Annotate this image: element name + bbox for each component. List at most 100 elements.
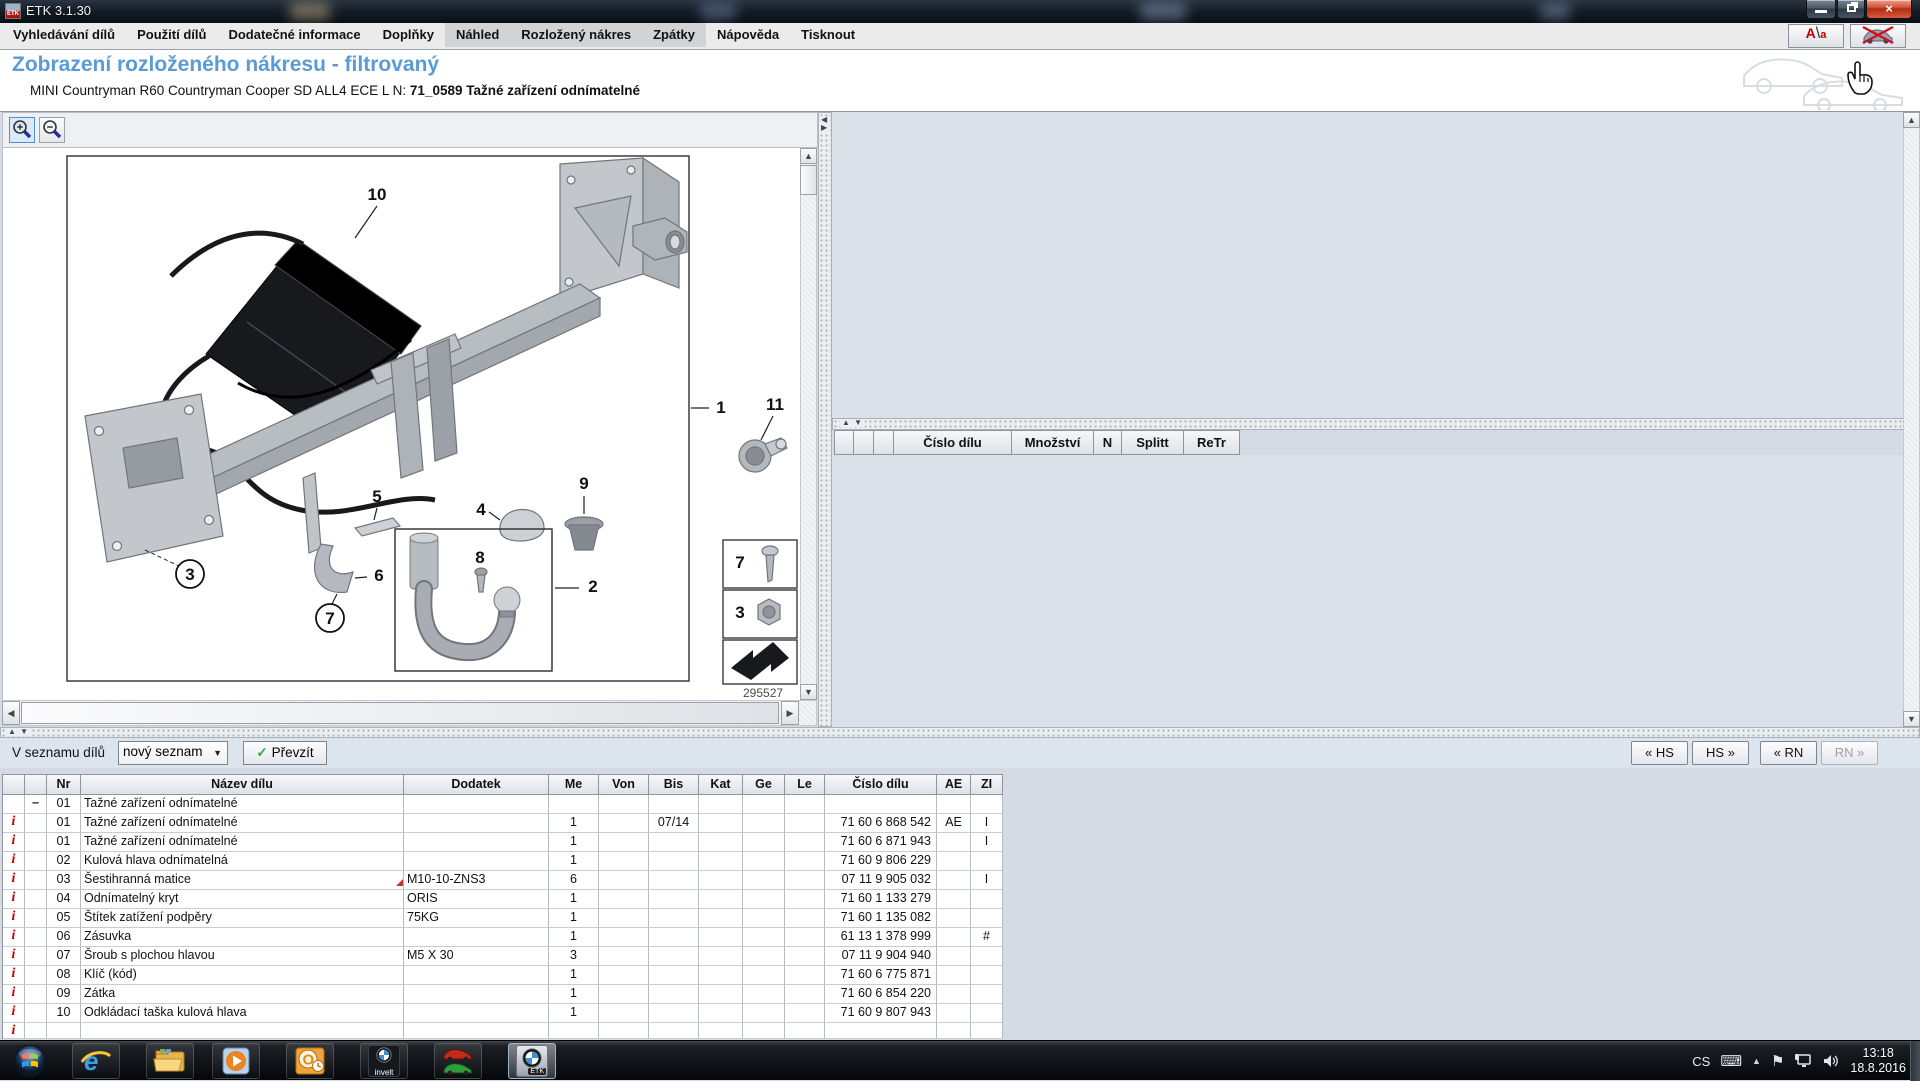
info-icon[interactable]: i xyxy=(6,929,21,943)
table-row-0[interactable]: −01Tažné zařízení odnímatelné xyxy=(3,795,1003,814)
taskbar-media-player[interactable] xyxy=(212,1043,260,1079)
volume-icon[interactable] xyxy=(1822,1053,1840,1069)
info-icon[interactable]: i xyxy=(6,1024,21,1038)
basket-header-ReTr[interactable]: ReTr xyxy=(1184,430,1240,455)
menu-item-8[interactable]: Tisknout xyxy=(790,23,866,47)
menu-item-1[interactable]: Použití dílů xyxy=(126,23,217,47)
list-select-dropdown[interactable]: nový seznam▼ xyxy=(118,741,228,765)
nav-button-HS-0[interactable]: « HS xyxy=(1631,741,1688,765)
table-row-11[interactable]: i10Odkládací taška kulová hlava171 60 9 … xyxy=(3,1004,1003,1023)
parts-header-Nr[interactable]: Nr xyxy=(47,774,81,795)
start-button[interactable] xyxy=(6,1043,54,1079)
info-icon[interactable]: i xyxy=(6,834,21,848)
table-row-5[interactable]: i04Odnímatelný krytORIS171 60 1 133 279 xyxy=(3,890,1003,909)
scroll-up-button[interactable]: ▲ xyxy=(800,148,817,164)
menu-item-4[interactable]: Náhled xyxy=(445,23,510,47)
nav-button-RN-2[interactable]: « RN xyxy=(1760,741,1817,765)
horizontal-splitter-arrows[interactable]: ▲ ▼ xyxy=(6,728,31,736)
parts-header-Název dílu[interactable]: Název dílu xyxy=(81,774,404,795)
minimize-button[interactable] xyxy=(1806,0,1836,19)
show-desktop-button[interactable] xyxy=(1910,1041,1920,1081)
taskbar-internet-explorer[interactable]: e xyxy=(72,1043,120,1079)
crossed-car-button[interactable] xyxy=(1850,24,1906,48)
basket-header-blank-0[interactable] xyxy=(834,430,854,455)
info-icon[interactable]: i xyxy=(6,891,21,905)
callout-11[interactable]: 11 xyxy=(766,395,784,414)
basket-header-Splitt[interactable]: Splitt xyxy=(1122,430,1184,455)
callout-9[interactable]: 9 xyxy=(579,474,588,493)
language-indicator[interactable]: CS xyxy=(1692,1054,1710,1069)
parts-header-AE[interactable]: AE xyxy=(937,774,971,795)
parts-header-blank-1[interactable] xyxy=(25,774,47,795)
callout-7[interactable]: 7 xyxy=(735,553,744,572)
clock[interactable]: 13:18 18.8.2016 xyxy=(1850,1046,1906,1076)
apply-button[interactable]: ✓Převzít xyxy=(243,741,327,765)
menu-item-3[interactable]: Doplňky xyxy=(372,23,445,47)
info-icon[interactable]: i xyxy=(6,1005,21,1019)
zoom-in-button[interactable] xyxy=(9,117,35,143)
nav-button-HS-1[interactable]: HS » xyxy=(1692,741,1749,765)
basket-header-blank-1[interactable] xyxy=(854,430,874,455)
vertical-splitter[interactable] xyxy=(818,112,832,727)
menu-item-0[interactable]: Vyhledávání dílů xyxy=(2,23,126,47)
callout-4[interactable]: 4 xyxy=(476,500,486,519)
menu-item-5[interactable]: Rozložený nákres xyxy=(510,23,642,47)
parts-header-ZI[interactable]: ZI xyxy=(971,774,1003,795)
info-icon[interactable]: i xyxy=(6,872,21,886)
info-icon[interactable]: i xyxy=(6,853,21,867)
table-row-4[interactable]: i03Šestihranná maticeM10-10-ZNS3607 11 9… xyxy=(3,871,1003,890)
table-row-9[interactable]: i08Klíč (kód)171 60 6 775 871 xyxy=(3,966,1003,985)
show-hidden-icons[interactable]: ▲ xyxy=(1752,1056,1761,1066)
table-row-2[interactable]: i01Tažné zařízení odnímatelné171 60 6 87… xyxy=(3,833,1003,852)
font-size-button[interactable]: A\a xyxy=(1788,24,1844,48)
restore-button[interactable] xyxy=(1837,0,1865,19)
parts-header-blank-0[interactable] xyxy=(3,774,25,795)
table-row-10[interactable]: i09Zátka171 60 6 854 220 xyxy=(3,985,1003,1004)
scroll-down-button[interactable]: ▼ xyxy=(800,684,817,700)
diagram-vscrollbar[interactable] xyxy=(800,148,817,700)
menu-item-2[interactable]: Dodatečné informace xyxy=(217,23,371,47)
basket-scroll-down[interactable]: ▼ xyxy=(1903,711,1920,727)
zoom-out-button[interactable] xyxy=(39,117,65,143)
table-row-12[interactable]: i xyxy=(3,1023,1003,1039)
taskbar-outlook[interactable]: O xyxy=(286,1043,334,1079)
info-icon[interactable]: i xyxy=(6,986,21,1000)
table-row-8[interactable]: i07Šroub s plochou hlavouM5 X 30307 11 9… xyxy=(3,947,1003,966)
exploded-diagram-viewport[interactable]: 295527 101113549678273 xyxy=(2,148,800,700)
callout-3[interactable]: 3 xyxy=(185,565,194,584)
menu-item-7[interactable]: Nápověda xyxy=(706,23,790,47)
basket-splitter-arrows[interactable]: ▲ ▼ xyxy=(840,419,865,427)
table-row-1[interactable]: i01Tažné zařízení odnímatelné107/1471 60… xyxy=(3,814,1003,833)
taskbar-invelt[interactable]: invelt xyxy=(360,1043,408,1079)
menu-item-6[interactable]: Zpátky xyxy=(642,23,706,47)
table-row-3[interactable]: i02Kulová hlava odnímatelná171 60 9 806 … xyxy=(3,852,1003,871)
basket-splitter[interactable] xyxy=(832,418,1920,430)
parts-header-Dodatek[interactable]: Dodatek xyxy=(404,774,549,795)
parts-header-Kat[interactable]: Kat xyxy=(699,774,743,795)
parts-header-Bis[interactable]: Bis xyxy=(649,774,699,795)
collapse-minus-icon[interactable]: − xyxy=(28,796,43,811)
info-icon[interactable]: i xyxy=(6,948,21,962)
basket-header-Množství[interactable]: Množství xyxy=(1012,430,1094,455)
info-icon[interactable]: i xyxy=(6,967,21,981)
info-icon[interactable]: i xyxy=(6,815,21,829)
scroll-right-button[interactable]: ▶ xyxy=(781,701,799,725)
basket-header-blank-2[interactable] xyxy=(874,430,894,455)
callout-3[interactable]: 3 xyxy=(735,603,744,622)
parts-header-Číslo dílu[interactable]: Číslo dílu xyxy=(825,774,937,795)
taskbar-etk[interactable]: ETK xyxy=(508,1043,556,1079)
table-row-7[interactable]: i06Zásuvka161 13 1 378 999# xyxy=(3,928,1003,947)
basket-vscrollbar[interactable] xyxy=(1903,112,1920,727)
horizontal-splitter[interactable] xyxy=(0,727,1920,738)
network-icon[interactable] xyxy=(1794,1053,1812,1069)
callout-1[interactable]: 1 xyxy=(716,398,725,417)
vscroll-thumb[interactable] xyxy=(800,165,817,195)
hscroll-thumb[interactable] xyxy=(21,702,779,724)
callout-2[interactable]: 2 xyxy=(588,577,597,596)
parts-header-Le[interactable]: Le xyxy=(785,774,825,795)
parts-header-Me[interactable]: Me xyxy=(549,774,599,795)
callout-5[interactable]: 5 xyxy=(372,487,381,506)
splitter-collapse-left[interactable]: ◀▶ xyxy=(819,116,830,132)
action-center-flag-icon[interactable]: ⚑ xyxy=(1771,1052,1784,1070)
table-row-6[interactable]: i05Štítek zatížení podpěry75KG171 60 1 1… xyxy=(3,909,1003,928)
